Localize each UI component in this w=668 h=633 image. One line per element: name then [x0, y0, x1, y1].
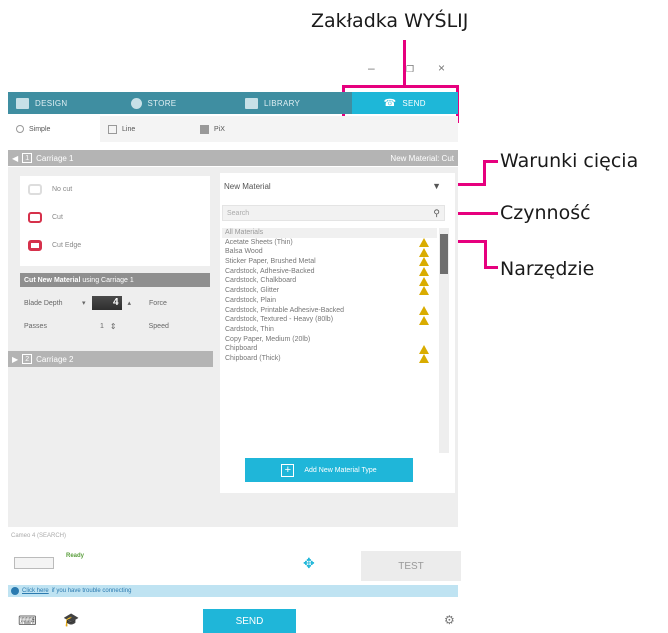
material-list-item[interactable]: Cardstock, Glitter [222, 286, 437, 296]
top-nav: DESIGN STORE LIBRARY ☎ SEND [8, 92, 458, 114]
list-header[interactable]: All Materials [222, 228, 437, 238]
material-list-item[interactable]: Copy Paper, Medium (20lb) [222, 335, 437, 345]
cut-edge-icon [28, 240, 42, 251]
store-icon [130, 97, 142, 109]
mode-line[interactable]: Line [100, 116, 192, 142]
material-list-item[interactable]: Chipboard (Thick) [222, 354, 437, 364]
action-leader [458, 212, 498, 215]
status-text: Ready [66, 553, 85, 559]
device-name: Cameo 4 (SEARCH) [11, 533, 67, 539]
send-tab-leader [403, 40, 406, 86]
material-list-item[interactable]: Acetate Sheets (Thin) [222, 238, 437, 248]
gear-icon[interactable]: ⚙ [444, 613, 455, 627]
mode-simple[interactable]: Simple [8, 116, 100, 142]
passes-value[interactable]: 1 [100, 323, 104, 330]
action-cut-edge[interactable]: Cut Edge [28, 240, 81, 251]
warning-icon [419, 257, 429, 267]
info-icon [11, 587, 19, 595]
cut-conditions-leader-v [483, 160, 486, 185]
warning-icon [419, 344, 429, 354]
expand-icon: ▶ [12, 354, 19, 364]
warning-icon [419, 238, 429, 248]
search-icon[interactable]: ⚲ [433, 208, 440, 219]
tab-design[interactable]: DESIGN [8, 92, 123, 114]
warning-icon [419, 247, 429, 257]
tool-leader-h [484, 266, 498, 269]
cut-conditions-annotation: Warunki cięcia [500, 150, 639, 172]
material-list-item[interactable]: Balsa Wood [222, 247, 437, 257]
collapse-icon: ◀ [12, 153, 19, 163]
tab-library[interactable]: LIBRARY [237, 92, 352, 114]
warning-icon [419, 267, 429, 277]
material-search[interactable]: Search ⚲ [222, 205, 445, 221]
tutorial-icon[interactable]: 🎓 [63, 612, 79, 628]
action-box: No cut Cut Cut Edge [20, 176, 210, 266]
material-list-item[interactable]: Chipboard [222, 344, 437, 354]
help-link[interactable]: Click here [22, 588, 49, 594]
test-button[interactable]: TEST [361, 551, 461, 581]
design-icon [16, 97, 29, 109]
tool-annotation: Narzędzie [500, 258, 595, 280]
warning-icon [419, 315, 429, 325]
warning-icon [419, 286, 429, 296]
material-list-item[interactable]: Cardstock, Textured - Heavy (80lb) [222, 315, 437, 325]
decrease-depth-button[interactable]: ▾ [82, 299, 86, 307]
pix-icon [200, 124, 209, 134]
cutter-settings-icon[interactable]: ⌨ [18, 613, 37, 629]
cut-icon [28, 212, 42, 223]
carriage-2-number-icon: 2 [22, 354, 33, 364]
cut-conditions-leader-h [484, 160, 498, 163]
warning-icon [419, 305, 429, 315]
line-icon [108, 124, 117, 134]
scrollbar-thumb[interactable] [440, 234, 448, 274]
library-icon [245, 97, 258, 109]
material-list-item[interactable]: Cardstock, Chalkboard [222, 276, 437, 286]
carriage-2-header[interactable]: ▶ 2 Carriage 2 [8, 351, 213, 367]
restore-button[interactable]: ❐ [406, 64, 414, 75]
no-cut-icon [28, 184, 42, 195]
material-list-item[interactable]: Sticker Paper, Brushed Metal [222, 257, 437, 267]
info-bar: Click here if you have trouble connectin… [8, 585, 458, 597]
increase-depth-button[interactable]: ▴ [128, 299, 132, 307]
action-no-cut[interactable]: No cut [28, 184, 72, 195]
carriage-1-header[interactable]: ◀ 1 Carriage 1 New Material: Cut [8, 150, 458, 166]
material-dropdown[interactable]: New Material ▼ [220, 176, 445, 196]
blade-depth-value[interactable]: 4 [91, 296, 122, 310]
material-list: All Materials Acetate Sheets (Thin) Balsa… [222, 228, 437, 453]
blade-depth-row: Blade Depth ▾ 4 ▴ Force [24, 296, 167, 310]
warning-icon [419, 276, 429, 286]
cut-conditions-leader-h2 [458, 183, 486, 186]
simple-icon [16, 125, 24, 133]
tool-leader-h2 [458, 240, 486, 243]
tab-store[interactable]: STORE [123, 92, 238, 114]
warning-icon [419, 354, 429, 364]
send-button[interactable]: SEND [203, 609, 296, 633]
add-material-button[interactable]: + Add New Material Type [245, 458, 413, 482]
action-annotation: Czynność [500, 202, 591, 224]
minimize-button[interactable]: – [368, 61, 375, 75]
close-button[interactable]: × [438, 61, 445, 75]
move-arrows-icon[interactable]: ✥ [303, 555, 315, 572]
mode-tabs: Simple Line PiX [8, 116, 458, 142]
mode-pix[interactable]: PiX [192, 116, 284, 142]
passes-row: Passes 1 ⇕ Speed [24, 322, 169, 331]
action-cut[interactable]: Cut [28, 212, 63, 223]
plus-icon: + [281, 463, 295, 477]
passes-stepper[interactable]: ⇕ [110, 322, 117, 331]
material-list-item[interactable]: Cardstock, Printable Adhesive-Backed [222, 305, 437, 316]
tab-send[interactable]: ☎ SEND [351, 92, 458, 114]
machine-icon [14, 557, 54, 569]
material-list-item[interactable]: Cardstock, Adhesive-Backed [222, 267, 437, 277]
cut-settings-header: Cut New Material using Carriage 1 [20, 273, 210, 287]
carriage-number-icon: 1 [22, 153, 33, 163]
material-list-item[interactable]: Cardstock, Plain [222, 296, 437, 306]
tool-leader-v [484, 240, 487, 268]
material-list-item[interactable]: Cardstock, Thin [222, 325, 437, 335]
send-tab-annotation: Zakładka WYŚLIJ [311, 10, 469, 32]
send-cutter-icon: ☎ [383, 97, 397, 109]
dropdown-arrow-icon: ▼ [432, 181, 441, 191]
